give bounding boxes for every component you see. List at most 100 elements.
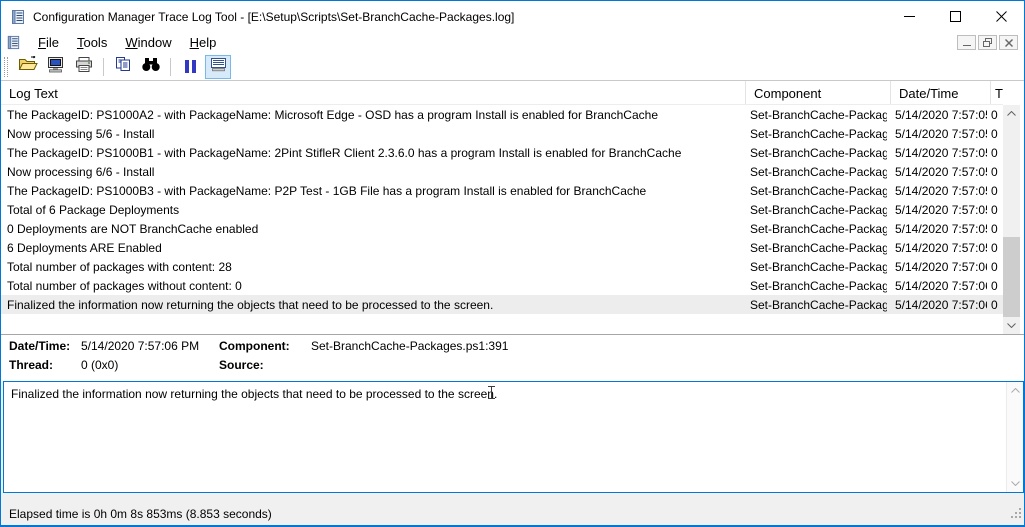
column-header-thread[interactable]: T — [991, 81, 1003, 105]
mdi-document-icon — [6, 35, 21, 50]
mdi-close-button[interactable] — [999, 35, 1018, 50]
find-button[interactable] — [138, 55, 164, 79]
table-row-selected[interactable]: Finalized the information now returning … — [1, 295, 1003, 314]
print-button[interactable] — [71, 55, 97, 79]
message-panel[interactable]: Finalized the information now returning … — [3, 381, 1024, 493]
column-header-component[interactable]: Component — [746, 81, 891, 105]
toolbar — [1, 53, 1024, 81]
details-datetime-label: Date/Time: — [9, 339, 71, 353]
binoculars-icon — [141, 57, 161, 77]
open-folder-icon — [18, 55, 38, 77]
cell-thread: 0 — [991, 240, 998, 255]
cell-log-text: The PackageID: PS1000A2 - with PackageNa… — [7, 107, 658, 122]
app-window: Configuration Manager Trace Log Tool - [… — [0, 0, 1025, 527]
status-bar: Elapsed time is 0h 0m 8s 853ms (8.853 se… — [1, 502, 1024, 525]
mdi-restore-button[interactable] — [978, 35, 997, 50]
table-row[interactable]: The PackageID: PS1000B1 - with PackageNa… — [1, 143, 1003, 162]
title-bar: Configuration Manager Trace Log Tool - [… — [1, 1, 1024, 32]
table-row[interactable]: Total number of packages with content: 2… — [1, 257, 1003, 276]
cell-component: Set-BranchCache-Package — [750, 240, 887, 255]
table-row[interactable]: Total number of packages without content… — [1, 276, 1003, 295]
menu-window[interactable]: Window — [116, 33, 180, 52]
toolbar-grip[interactable] — [4, 56, 8, 77]
cell-log-text: Now processing 6/6 - Install — [7, 164, 155, 179]
table-row[interactable]: 0 Deployments are NOT BranchCache enable… — [1, 219, 1003, 238]
cell-thread: 0 — [991, 221, 998, 236]
cell-component: Set-BranchCache-Package — [750, 221, 887, 236]
table-row[interactable]: Now processing 5/6 - Install Set-BranchC… — [1, 124, 1003, 143]
close-button[interactable] — [978, 1, 1024, 32]
maximize-button[interactable] — [932, 1, 978, 32]
pause-button[interactable] — [177, 55, 203, 79]
cell-component: Set-BranchCache-Package — [750, 278, 887, 293]
cell-component: Set-BranchCache-Package — [750, 126, 887, 141]
copy-button[interactable] — [110, 55, 136, 79]
table-row[interactable]: Now processing 6/6 - Install Set-BranchC… — [1, 162, 1003, 181]
scroll-down-arrow[interactable] — [1003, 317, 1020, 334]
cell-datetime: 5/14/2020 7:57:05 — [895, 221, 987, 236]
elapsed-time-text: Elapsed time is 0h 0m 8s 853ms (8.853 se… — [9, 507, 272, 521]
cell-log-text: Total of 6 Package Deployments — [7, 202, 180, 217]
cell-thread: 0 — [991, 107, 998, 122]
column-header-log-text[interactable]: Log Text — [1, 81, 746, 105]
minimize-button[interactable] — [886, 1, 932, 32]
toolbar-separator — [170, 57, 171, 76]
cell-log-text: Total number of packages without content… — [7, 278, 242, 293]
cell-thread: 0 — [991, 297, 998, 312]
column-header-datetime[interactable]: Date/Time — [891, 81, 991, 105]
cell-datetime: 5/14/2020 7:57:05 — [895, 126, 987, 141]
menu-file[interactable]: File — [29, 33, 68, 52]
cell-log-text: Finalized the information now returning … — [7, 297, 494, 312]
scroll-down-arrow[interactable] — [1007, 475, 1023, 492]
details-source-label: Source: — [219, 358, 264, 372]
list-scrollbar[interactable] — [1003, 105, 1020, 334]
scroll-up-arrow[interactable] — [1007, 382, 1023, 399]
cell-component: Set-BranchCache-Package — [750, 183, 887, 198]
table-row[interactable]: 6 Deployments ARE Enabled Set-BranchCach… — [1, 238, 1003, 257]
text-ibeam-cursor — [487, 385, 496, 400]
menu-tools[interactable]: Tools — [68, 33, 116, 52]
resize-grip[interactable] — [1009, 506, 1022, 524]
log-row-list: The PackageID: PS1000A2 - with PackageNa… — [1, 105, 1003, 314]
message-scrollbar[interactable] — [1006, 382, 1023, 492]
cell-datetime: 5/14/2020 7:57:05 — [895, 164, 987, 179]
scroll-up-arrow[interactable] — [1003, 105, 1020, 122]
cell-datetime: 5/14/2020 7:57:05 — [895, 145, 987, 160]
cell-component: Set-BranchCache-Package — [750, 297, 887, 312]
cell-datetime: 5/14/2020 7:57:05 — [895, 240, 987, 255]
cell-log-text: Total number of packages with content: 2… — [7, 259, 232, 274]
list-column-headers: Log Text Component Date/Time T — [1, 81, 1003, 105]
table-row[interactable]: The PackageID: PS1000B3 - with PackageNa… — [1, 181, 1003, 200]
cell-component: Set-BranchCache-Package — [750, 107, 887, 122]
cell-component: Set-BranchCache-Package — [750, 259, 887, 274]
app-log-icon — [10, 9, 26, 25]
toolbar-separator — [103, 57, 104, 76]
table-row[interactable]: Total of 6 Package Deployments Set-Branc… — [1, 200, 1003, 219]
cell-component: Set-BranchCache-Package — [750, 164, 887, 179]
cell-datetime: 5/14/2020 7:57:06 — [895, 278, 987, 293]
cell-thread: 0 — [991, 278, 998, 293]
open-log-button[interactable] — [15, 55, 41, 79]
menu-bar: File Tools Window Help — [1, 32, 1024, 53]
menu-help[interactable]: Help — [181, 33, 226, 52]
open-remote-button[interactable] — [43, 55, 69, 79]
cell-datetime: 5/14/2020 7:57:05 — [895, 107, 987, 122]
cell-component: Set-BranchCache-Package — [750, 145, 887, 160]
cell-thread: 0 — [991, 183, 998, 198]
details-pane: Date/Time: 5/14/2020 7:57:06 PM Componen… — [1, 335, 1024, 381]
realtime-view-button[interactable] — [205, 54, 231, 79]
mdi-minimize-button[interactable] — [957, 35, 976, 50]
computer-icon — [47, 56, 65, 78]
cell-thread: 0 — [991, 259, 998, 274]
cell-datetime: 5/14/2020 7:57:06 — [895, 297, 987, 312]
scrollbar-thumb[interactable] — [1003, 237, 1020, 317]
cell-log-text: The PackageID: PS1000B1 - with PackageNa… — [7, 145, 682, 160]
details-thread-label: Thread: — [9, 358, 54, 372]
message-text: Finalized the information now returning … — [11, 387, 498, 401]
cell-thread: 0 — [991, 126, 998, 141]
realtime-log-icon — [210, 57, 227, 77]
printer-icon — [75, 56, 93, 78]
cell-log-text: Now processing 5/6 - Install — [7, 126, 155, 141]
table-row[interactable]: The PackageID: PS1000A2 - with PackageNa… — [1, 105, 1003, 124]
window-title: Configuration Manager Trace Log Tool - [… — [33, 9, 515, 24]
